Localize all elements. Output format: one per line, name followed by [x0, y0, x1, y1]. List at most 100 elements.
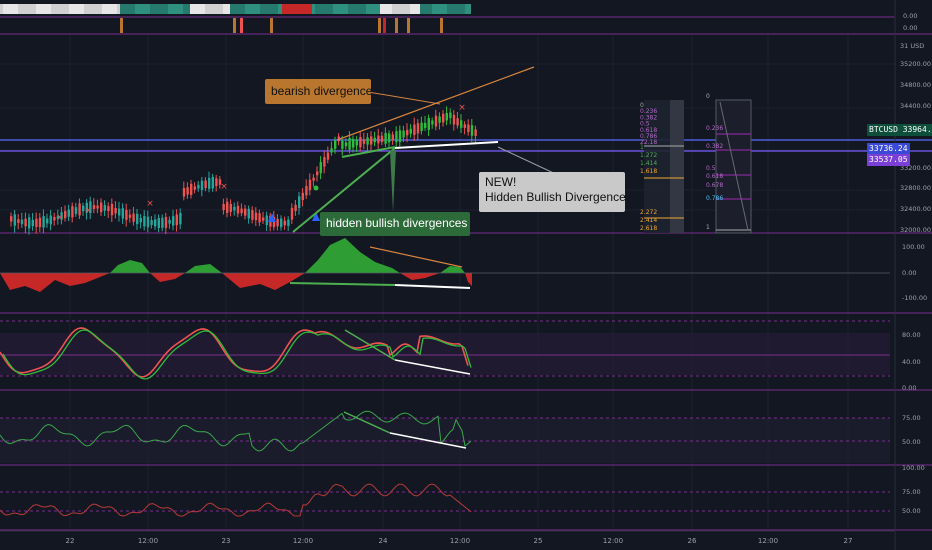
candle-body: [208, 177, 211, 189]
bearish-divergence-callout[interactable]: bearish divergence: [265, 79, 372, 104]
candle-body: [330, 148, 333, 153]
new-callout-line2: Hidden Bullish Divergence: [485, 190, 626, 204]
candle-body: [467, 124, 470, 133]
candle-body: [49, 215, 52, 225]
candle-body: [118, 208, 121, 216]
fib-box-right[interactable]: [715, 99, 752, 234]
candle-body: [298, 196, 301, 209]
candle-body: [164, 217, 168, 228]
candle-body: [154, 219, 157, 227]
fib-left-label: 1.272: [640, 152, 657, 159]
candle-body: [100, 202, 103, 213]
candle-body: [114, 208, 117, 214]
last-price-label: 33964.86: [902, 125, 932, 134]
candle-body: [262, 217, 265, 221]
candle-body: [409, 128, 412, 134]
hidden-bullish-callout[interactable]: hidden bullish divergences: [320, 212, 470, 236]
sell-x-marker: ×: [458, 103, 466, 113]
level-price-tag-2: 33537.05: [867, 154, 910, 166]
candle-body: [139, 217, 142, 223]
candle-body: [438, 116, 441, 123]
candle-body: [136, 213, 139, 225]
candle-body: [460, 120, 463, 128]
candle-body: [420, 122, 423, 132]
candle-body: [308, 179, 312, 191]
osc4-axis-label: 75.00: [902, 488, 921, 496]
candle-body: [71, 206, 74, 218]
candle-body: [172, 216, 175, 226]
time-axis-label: 12:00: [293, 537, 313, 545]
time-axis-label: 22: [66, 537, 75, 545]
candle-body: [179, 212, 182, 225]
candle-body: [46, 218, 49, 224]
price-axis-label: 31 USD: [900, 42, 924, 50]
candle-body: [416, 123, 420, 134]
candle-body: [395, 131, 398, 143]
price-axis-label: 32000.00: [900, 226, 931, 234]
osc4-axis-label: 100.00: [902, 464, 925, 472]
candle-body: [107, 206, 110, 212]
osc3-axis-label: 75.00: [902, 414, 921, 422]
candle-body: [406, 129, 409, 136]
time-axis-label: 12:00: [138, 537, 158, 545]
candle-body: [258, 213, 261, 223]
candle-body: [470, 125, 474, 136]
fib-left-label: 1.414: [640, 160, 657, 167]
candle-body: [449, 112, 452, 119]
new-hidden-bullish-callout[interactable]: NEW! Hidden Bullish Divergence: [479, 172, 626, 212]
candle-body: [362, 139, 366, 144]
candle-body: [290, 207, 294, 220]
candle-body: [424, 122, 427, 128]
candle-body: [287, 219, 290, 227]
top-axis-label: 0.00: [903, 24, 917, 32]
candle-body: [143, 216, 146, 227]
candle-body: [150, 220, 153, 225]
candle-body: [38, 217, 42, 228]
candle-body: [384, 132, 387, 144]
candle-body: [352, 138, 355, 148]
candle-body: [222, 204, 225, 211]
candle-body: [377, 135, 380, 144]
candle-body: [341, 140, 344, 149]
candle-body: [233, 206, 236, 211]
candle-body: [402, 130, 405, 138]
candle-body: [463, 124, 466, 128]
candle-body: [380, 135, 384, 143]
candle-body: [146, 216, 150, 228]
candle-body: [190, 183, 193, 195]
time-axis-label: 27: [844, 537, 853, 545]
candle-body: [445, 113, 448, 121]
sell-x-marker: ×: [84, 206, 92, 216]
candle-body: [157, 218, 160, 228]
candle-body: [370, 136, 373, 145]
time-axis-label: 12:00: [758, 537, 778, 545]
top-heat-strip: [0, 4, 471, 14]
time-axis-label: 12:00: [450, 537, 470, 545]
new-callout-line1: NEW!: [485, 175, 517, 189]
chart-canvas[interactable]: 00.2360.3820.50.6180.78622.1811.2721.414…: [0, 0, 932, 550]
candle-body: [13, 214, 16, 226]
candle-body: [121, 208, 124, 219]
osc4-axis-label: 50.00: [902, 507, 921, 515]
candle-body: [103, 204, 106, 211]
fib-right-label: 1: [706, 224, 710, 231]
candle-body: [251, 210, 254, 220]
candle-body: [301, 192, 304, 201]
candle-body: [427, 117, 430, 130]
candle-body: [161, 217, 164, 228]
candle-body: [316, 171, 319, 176]
candle-body: [182, 188, 186, 197]
candle-body: [355, 139, 358, 146]
candle-body: [323, 157, 326, 167]
candle-body: [67, 209, 70, 217]
candle-body: [312, 177, 315, 181]
candle-body: [452, 114, 456, 125]
candle-body: [211, 176, 214, 189]
green-dot-marker: [313, 185, 319, 191]
candle-body: [319, 162, 322, 174]
osc1-axis-label: 0.00: [902, 269, 916, 277]
osc3-axis-label: 50.00: [902, 438, 921, 446]
fib-right-label: 0.382: [706, 143, 723, 150]
candle-body: [305, 186, 308, 196]
time-axis-label: 25: [534, 537, 543, 545]
